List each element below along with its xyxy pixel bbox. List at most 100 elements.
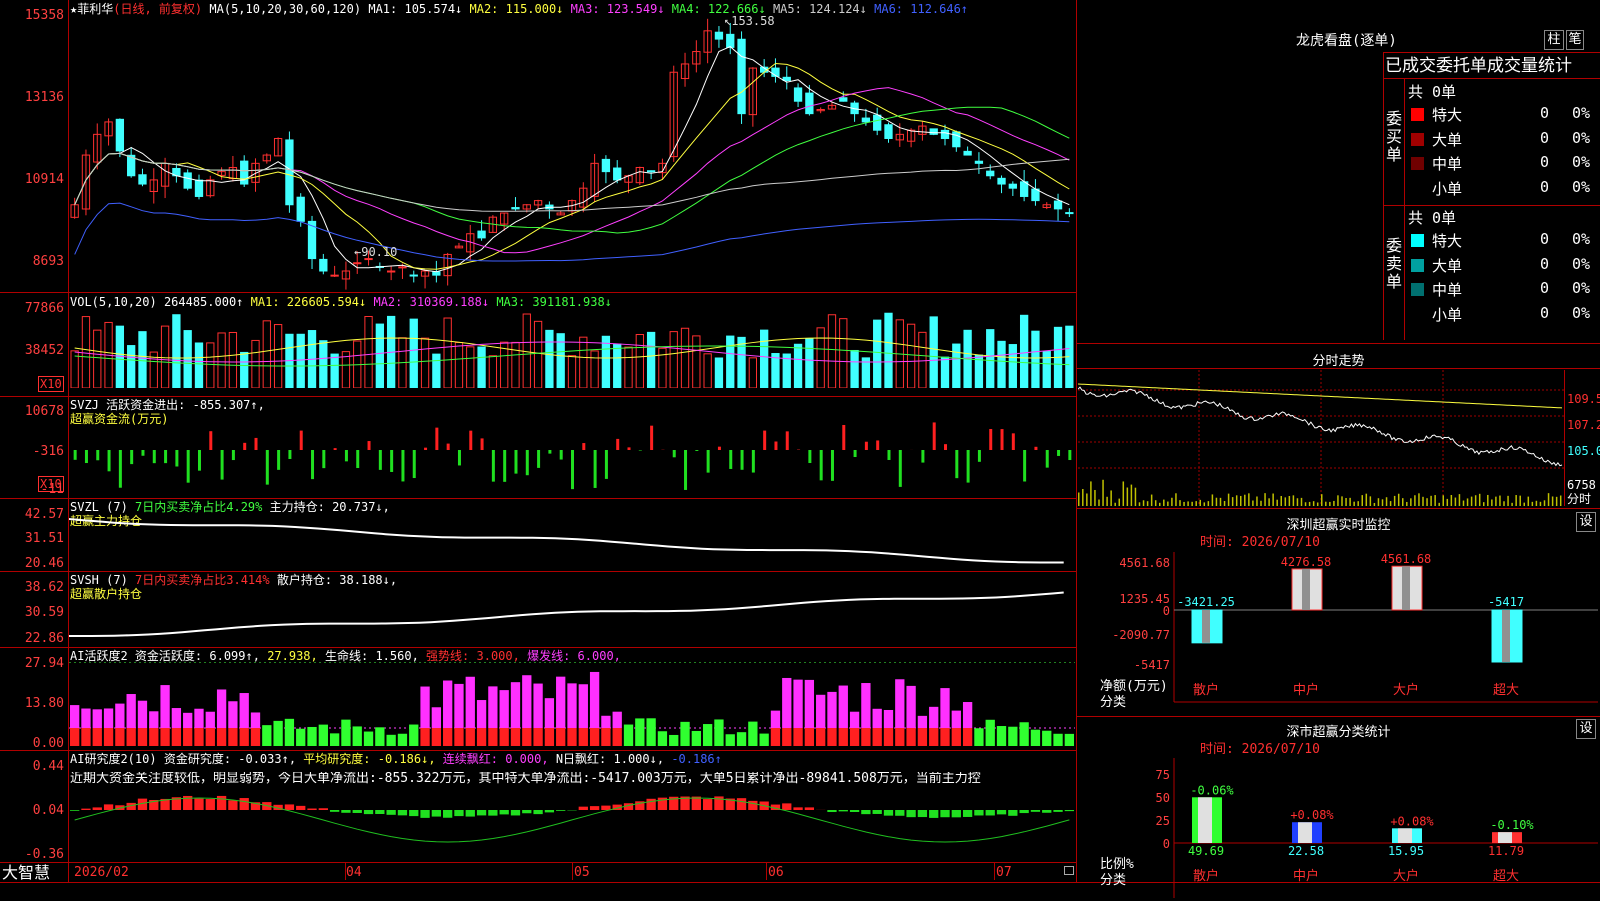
active-bar-top (590, 672, 599, 728)
svzl-chart[interactable] (69, 515, 1075, 569)
intraday-vol-bar (1341, 496, 1343, 506)
volume-bar (614, 344, 621, 388)
svzj-bar (820, 450, 823, 480)
monitor-value-label: 4276.58 (1281, 555, 1332, 569)
tick-mode-button[interactable]: 笔 (1566, 30, 1584, 50)
research-bar (285, 804, 294, 810)
intraday-vol-bar (1106, 497, 1108, 506)
ma-value-2: MA2: 115.000↓ (462, 2, 563, 16)
active-bar-base (816, 728, 825, 746)
stock-name[interactable]: 菲利华 (77, 2, 113, 16)
row-pct: 0% (1572, 153, 1590, 171)
intraday-vol-bar (1471, 497, 1473, 506)
sz-class-title: 深市超赢分类统计 (1077, 721, 1600, 740)
monitor-bar-shade (1202, 610, 1210, 643)
svzj-bar (944, 444, 947, 450)
bar-mode-button[interactable]: 柱 (1544, 30, 1564, 50)
svzj-bar (390, 450, 393, 472)
active-bar (1053, 734, 1062, 746)
volume-chart[interactable] (69, 308, 1075, 388)
intraday-vol-bar (1285, 497, 1287, 506)
intraday-vol-bar (1110, 490, 1112, 506)
volume-bar (681, 328, 688, 388)
svzj-bar (774, 441, 777, 450)
research-bar (748, 801, 757, 810)
svsh-line (69, 593, 1064, 637)
volume-bar (207, 343, 214, 388)
class-axis-label: 25 (1156, 814, 1170, 828)
svzj-bar (978, 450, 981, 462)
class-bar-shade (1398, 828, 1412, 843)
intraday-vol-bar (1102, 480, 1104, 506)
row-count: 0 (1540, 153, 1549, 171)
class-change-label: +0.08% (1390, 814, 1434, 828)
svzl-header: SVZL (7) 7日内买卖净占比4.29% 主力持仓: 20.737↓, (70, 500, 390, 514)
intraday-vol-bar (1483, 502, 1485, 506)
ma-value-3: MA3: 123.549↓ (563, 2, 664, 16)
chart-mode[interactable]: (日线, 前复权) (113, 2, 202, 16)
price-chart[interactable] (69, 16, 1075, 292)
svzj-bar (119, 450, 122, 488)
active-bar-top (160, 685, 169, 728)
volume-bar (670, 332, 677, 388)
research-bar (940, 810, 949, 817)
research-bar (839, 810, 848, 811)
active-bar-top (138, 701, 147, 728)
svzj-bar (198, 450, 201, 471)
intraday-vol-bar (1491, 499, 1493, 506)
intraday-vol-bar (1345, 498, 1347, 506)
svzj-bar (560, 450, 563, 460)
active-bar (307, 727, 316, 746)
active-bar-top (511, 682, 520, 728)
ai-active-axis-2: 0.00 (2, 736, 64, 751)
active-bar-top (194, 709, 203, 728)
sz-class-settings-button[interactable]: 设 (1576, 719, 1596, 739)
sz-monitor-time: 时间: 2026/07/10 (1200, 536, 1320, 550)
active-bar (646, 718, 655, 746)
active-bar-base (771, 728, 780, 746)
sz-monitor-title: 深圳超赢实时监控 (1077, 514, 1600, 533)
active-bar (658, 731, 667, 746)
active-bar-base (240, 728, 249, 746)
ai-active-header: AI活跃度2 资金活跃度: 6.099↑, 27.938, 生命线: 1.560… (70, 649, 621, 663)
svzj-bar (1068, 450, 1071, 460)
active-bar-top (579, 684, 588, 728)
ai-research-chart[interactable] (69, 786, 1075, 862)
price-axis-1: 13136 (2, 90, 64, 105)
lock-icon[interactable] (1064, 866, 1074, 875)
volume-bar (139, 332, 146, 388)
active-bar (409, 725, 418, 746)
active-bar (1031, 730, 1040, 746)
research-bar (579, 807, 588, 810)
intraday-chart[interactable] (1078, 370, 1564, 506)
svzj-bar (842, 425, 845, 450)
research-bar (386, 810, 395, 815)
active-bar-base (93, 728, 102, 746)
ai-active-chart[interactable] (69, 662, 1075, 746)
row-pct: 0% (1572, 279, 1590, 297)
sz-monitor-settings-button[interactable]: 设 (1576, 512, 1596, 532)
volume-bar (331, 354, 338, 388)
intraday-vol-bar (1524, 503, 1526, 506)
active-bar-base (906, 728, 915, 746)
svzj-chart[interactable] (69, 410, 1075, 496)
sz-class-chart[interactable]: 7550250-0.06%49.69散户+0.08%22.58中户+0.08%1… (1078, 758, 1600, 900)
active-bar-top (805, 680, 814, 728)
class-value-label: 15.95 (1388, 844, 1424, 858)
candle (941, 130, 948, 138)
sz-monitor-chart[interactable]: 4561.681235.450-2090.77-5417-3421.25散户42… (1078, 552, 1600, 722)
svsh-chart[interactable] (69, 588, 1075, 644)
intraday-vol-bar (1155, 500, 1157, 506)
intraday-vol-bar (1094, 490, 1096, 506)
svzj-bar (322, 450, 325, 468)
class-category-label: 超大 (1493, 869, 1519, 884)
row-count: 0 (1540, 230, 1549, 248)
active-bar-top (217, 689, 226, 728)
active-bar (353, 726, 362, 746)
intraday-vol-bar (1536, 501, 1538, 506)
active-bar-top (567, 683, 576, 728)
research-bar (81, 809, 90, 810)
research-bar (737, 798, 746, 810)
active-bar-base (206, 728, 215, 746)
row-name: 小单 (1432, 304, 1462, 325)
